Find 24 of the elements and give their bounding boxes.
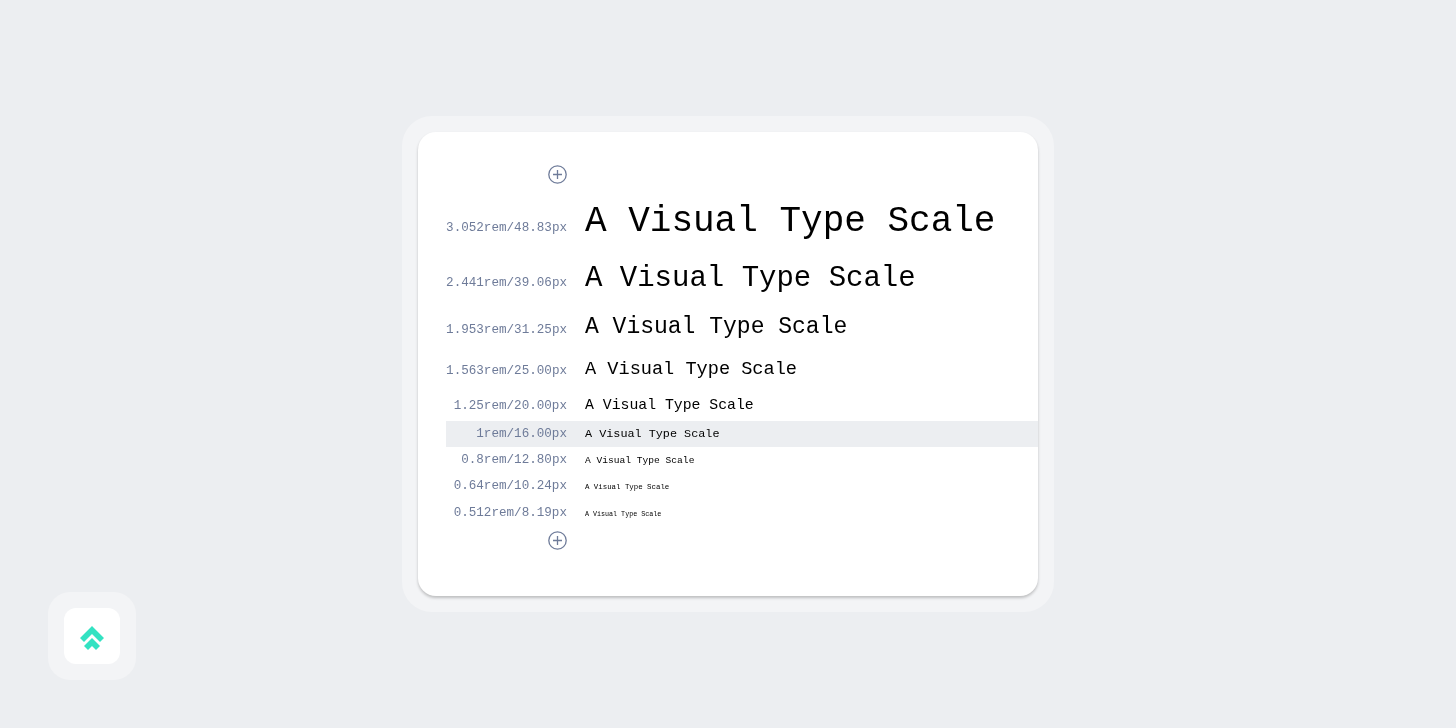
size-label: 0.8rem/12.80px bbox=[460, 452, 567, 468]
scale-row[interactable]: 1.563rem/25.00px A Visual Type Scale bbox=[446, 350, 1038, 389]
sample-text: A Visual Type Scale bbox=[585, 200, 996, 244]
sample-text: A Visual Type Scale bbox=[585, 358, 797, 382]
scale-row[interactable]: 1rem/16.00px A Visual Type Scale bbox=[446, 421, 1038, 447]
sample-text: A Visual Type Scale bbox=[585, 454, 695, 468]
sample-text: A Visual Type Scale bbox=[585, 313, 848, 342]
plus-circle-icon[interactable] bbox=[548, 531, 567, 550]
size-label: 0.512rem/8.19px bbox=[452, 505, 567, 521]
size-label: 1.953rem/31.25px bbox=[446, 322, 567, 338]
sample-text: A Visual Type Scale bbox=[585, 396, 754, 415]
sample-text: A Visual Type Scale bbox=[585, 426, 720, 443]
size-label: 1.563rem/25.00px bbox=[446, 363, 567, 379]
size-label: 2.441rem/39.06px bbox=[446, 275, 567, 291]
size-label: 3.052rem/48.83px bbox=[446, 220, 567, 236]
size-label: 0.64rem/10.24px bbox=[452, 478, 567, 494]
size-label: 1rem/16.00px bbox=[475, 426, 567, 442]
scale-row[interactable]: 2.441rem/39.06px A Visual Type Scale bbox=[446, 252, 1038, 305]
plus-circle-icon[interactable] bbox=[548, 165, 567, 184]
scale-row[interactable]: 3.052rem/48.83px A Visual Type Scale bbox=[446, 192, 1038, 252]
scale-row[interactable]: 1.953rem/31.25px A Visual Type Scale bbox=[446, 305, 1038, 350]
sample-text: A Visual Type Scale bbox=[585, 261, 916, 297]
chevrons-up-icon bbox=[64, 608, 120, 664]
size-label: 1.25rem/20.00px bbox=[452, 398, 567, 414]
